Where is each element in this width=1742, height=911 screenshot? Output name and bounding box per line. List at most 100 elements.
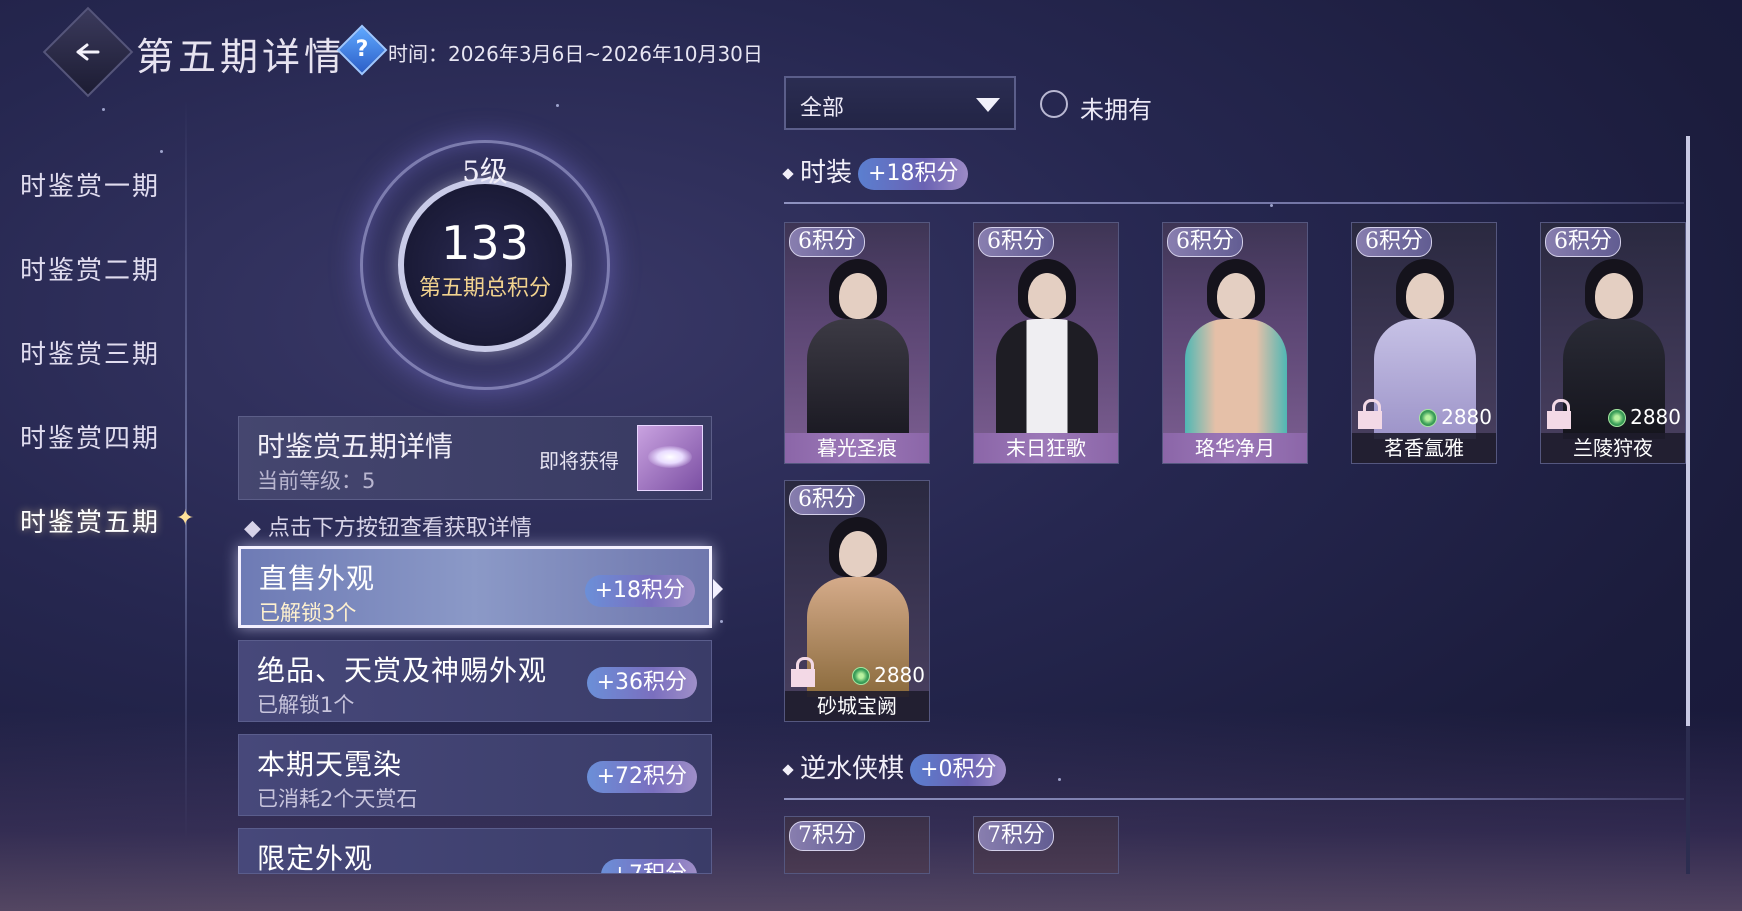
sidebar-item-period-2[interactable]: 时鉴赏二期 <box>20 250 160 287</box>
character-face <box>1406 273 1444 319</box>
section-header-fashion: 时装 +18积分 <box>782 152 969 190</box>
diamond-icon <box>782 764 794 776</box>
character-face <box>1595 273 1633 319</box>
category-dye[interactable]: 本期天霓染 已消耗2个天赏石 +72积分 <box>238 734 712 816</box>
chess-item-card[interactable]: 7积分 <box>973 816 1119 874</box>
points-badge: 7积分 <box>978 821 1054 851</box>
category-title: 限定外观 <box>257 842 374 874</box>
category-subtitle: 已解锁1个 <box>257 693 355 717</box>
outfit-name: 暮光圣痕 <box>785 433 929 463</box>
character-outfit <box>1185 319 1287 439</box>
price: 2880 <box>852 663 925 687</box>
sidebar-item-period-1[interactable]: 时鉴赏一期 <box>20 166 160 203</box>
chevron-down-icon <box>976 98 1000 112</box>
sidebar-item-period-5[interactable]: 时鉴赏五期 <box>20 502 160 539</box>
total-score: 133 <box>441 216 529 270</box>
jade-currency-icon <box>852 667 871 685</box>
jade-currency-icon <box>1608 409 1627 427</box>
current-level: 当前等级：5 <box>257 469 376 493</box>
upcoming-reward-thumbnail[interactable] <box>637 425 703 491</box>
total-score-label: 第五期总积分 <box>418 276 551 301</box>
outfit-name: 兰陵狩夜 <box>1541 433 1685 463</box>
outfit-card[interactable]: 6积分 2880 茗香氲雅 <box>1351 222 1497 464</box>
category-subtitle: 已消耗2个天赏石 <box>257 787 418 811</box>
section-points-badge: +18积分 <box>858 158 969 190</box>
price-value: 2880 <box>1630 405 1681 429</box>
category-points-badge: +7积分 <box>600 859 697 873</box>
points-badge: 6积分 <box>1167 227 1243 257</box>
star-decoration <box>1058 778 1061 781</box>
price: 2880 <box>1419 405 1492 429</box>
star-decoration <box>102 108 105 111</box>
character-face <box>839 273 877 319</box>
outfit-card[interactable]: 6积分 末日狂歌 <box>973 222 1119 464</box>
outfit-card[interactable]: 6积分 暮光圣痕 <box>784 222 930 464</box>
category-direct-sale[interactable]: 直售外观 已解锁3个 +18积分 <box>238 546 723 628</box>
points-badge: 6积分 <box>1356 227 1432 257</box>
points-badge: 6积分 <box>789 485 865 515</box>
lock-icon <box>1547 399 1571 429</box>
price-value: 2880 <box>1441 405 1492 429</box>
outfit-name: 砂城宝阙 <box>785 691 929 721</box>
page-title: 第五期详情 <box>136 35 347 79</box>
category-title: 直售外观 <box>259 562 376 595</box>
section-points-badge: +0积分 <box>910 754 1007 786</box>
scrollbar[interactable] <box>1686 136 1690 874</box>
level-label: 5级 <box>462 155 508 188</box>
category-premium[interactable]: 绝品、天赏及神赐外观 已解锁1个 +36积分 <box>238 640 712 722</box>
outfit-name: 珞华净月 <box>1163 433 1307 463</box>
chess-item-card[interactable]: 7积分 <box>784 816 930 874</box>
not-owned-radio[interactable] <box>1040 90 1068 118</box>
jade-currency-icon <box>1419 409 1438 427</box>
not-owned-label[interactable]: 未拥有 <box>1080 90 1152 125</box>
outfit-card[interactable]: 6积分 珞华净月 <box>1162 222 1308 464</box>
reward-sparkle-icon <box>648 446 692 468</box>
character-face <box>1028 273 1066 319</box>
hint-text: ◆ 点击下方按钮查看获取详情 <box>244 516 532 541</box>
score-ring: 5级 133 第五期总积分 <box>360 140 610 390</box>
active-sparkle-icon: ✦ <box>176 506 195 531</box>
section-divider <box>784 202 1684 204</box>
points-badge: 6积分 <box>789 227 865 257</box>
price-value: 2880 <box>874 663 925 687</box>
price: 2880 <box>1608 405 1681 429</box>
category-title: 本期天霓染 <box>257 748 403 781</box>
event-time: 时间：2026年3月6日~2026年10月30日 <box>388 42 763 66</box>
character-face <box>839 531 877 577</box>
section-title: 时装 <box>800 158 853 188</box>
points-badge: 7积分 <box>789 821 865 851</box>
back-button[interactable] <box>42 6 134 98</box>
star-decoration <box>556 104 559 107</box>
sidebar-item-period-3[interactable]: 时鉴赏三期 <box>20 334 160 371</box>
category-points-badge: +18积分 <box>584 575 695 607</box>
upcoming-reward-label: 即将获得 <box>539 449 619 473</box>
filter-dropdown[interactable]: 全部 <box>784 76 1016 130</box>
outfit-card[interactable]: 6积分 2880 砂城宝阙 <box>784 480 930 722</box>
outfit-name: 末日狂歌 <box>974 433 1118 463</box>
period-detail-card[interactable]: 时鉴赏五期详情 当前等级：5 即将获得 <box>238 416 712 500</box>
category-subtitle: 已解锁3个 <box>259 601 357 625</box>
hint-label: 点击下方按钮查看获取详情 <box>267 516 532 541</box>
outfit-card[interactable]: 6积分 2880 兰陵狩夜 <box>1540 222 1686 464</box>
scroll-thumb[interactable] <box>1686 136 1690 726</box>
sidebar-item-period-4[interactable]: 时鉴赏四期 <box>20 418 160 455</box>
character-outfit <box>807 319 909 439</box>
section-header-chess: 逆水侠棋 +0积分 <box>782 748 1007 786</box>
category-points-badge: +36积分 <box>586 667 697 699</box>
section-title: 逆水侠棋 <box>800 754 905 784</box>
star-decoration <box>720 620 723 623</box>
lock-icon <box>791 657 815 687</box>
category-points-badge: +72积分 <box>586 761 697 793</box>
category-limited[interactable]: 限定外观 +7积分 <box>238 828 712 874</box>
star-decoration <box>1270 204 1273 207</box>
character-face <box>1217 273 1255 319</box>
section-divider <box>784 798 1684 800</box>
points-badge: 6积分 <box>1545 227 1621 257</box>
detail-title: 时鉴赏五期详情 <box>257 430 454 463</box>
help-symbol: ? <box>355 37 369 62</box>
diamond-icon <box>782 168 794 180</box>
character-outfit <box>996 319 1098 439</box>
filter-selected: 全部 <box>800 96 845 121</box>
star-decoration <box>160 150 163 153</box>
points-badge: 6积分 <box>978 227 1054 257</box>
